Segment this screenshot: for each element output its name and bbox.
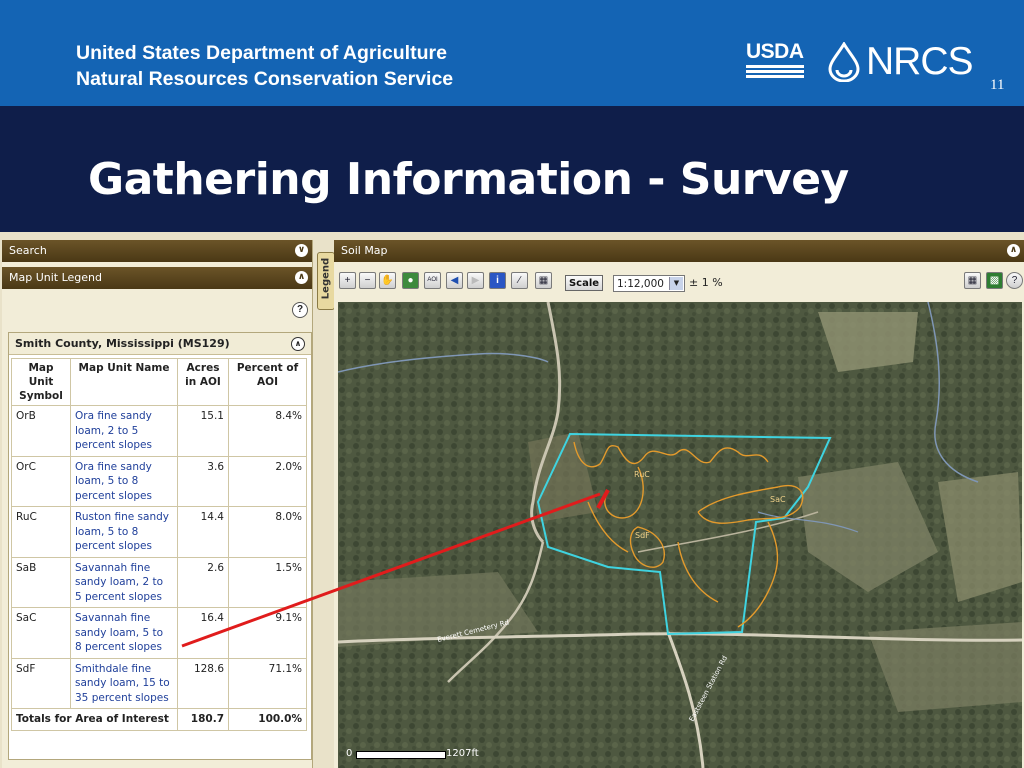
nrcs-logo-text: NRCS — [866, 40, 974, 83]
usda-logo-text: USDA — [746, 40, 804, 63]
annotation-arrow — [181, 489, 610, 648]
agency-name: United States Department of Agriculture … — [76, 40, 453, 92]
usda-logo-stripes — [746, 65, 804, 78]
agency-line-1: United States Department of Agriculture — [76, 42, 447, 64]
water-drop-icon — [828, 42, 860, 82]
slide-title: Gathering Information - Survey — [88, 154, 849, 205]
nrcs-logo: NRCS — [826, 40, 974, 84]
usda-logo: USDA — [746, 41, 804, 85]
agency-line-2: Natural Resources Conservation Service — [76, 68, 454, 90]
web-soil-survey-screenshot: Search ∨ Map Unit Legend ∧ ? Smith Count… — [0, 232, 1024, 768]
slide-number: 11 — [990, 77, 1005, 93]
